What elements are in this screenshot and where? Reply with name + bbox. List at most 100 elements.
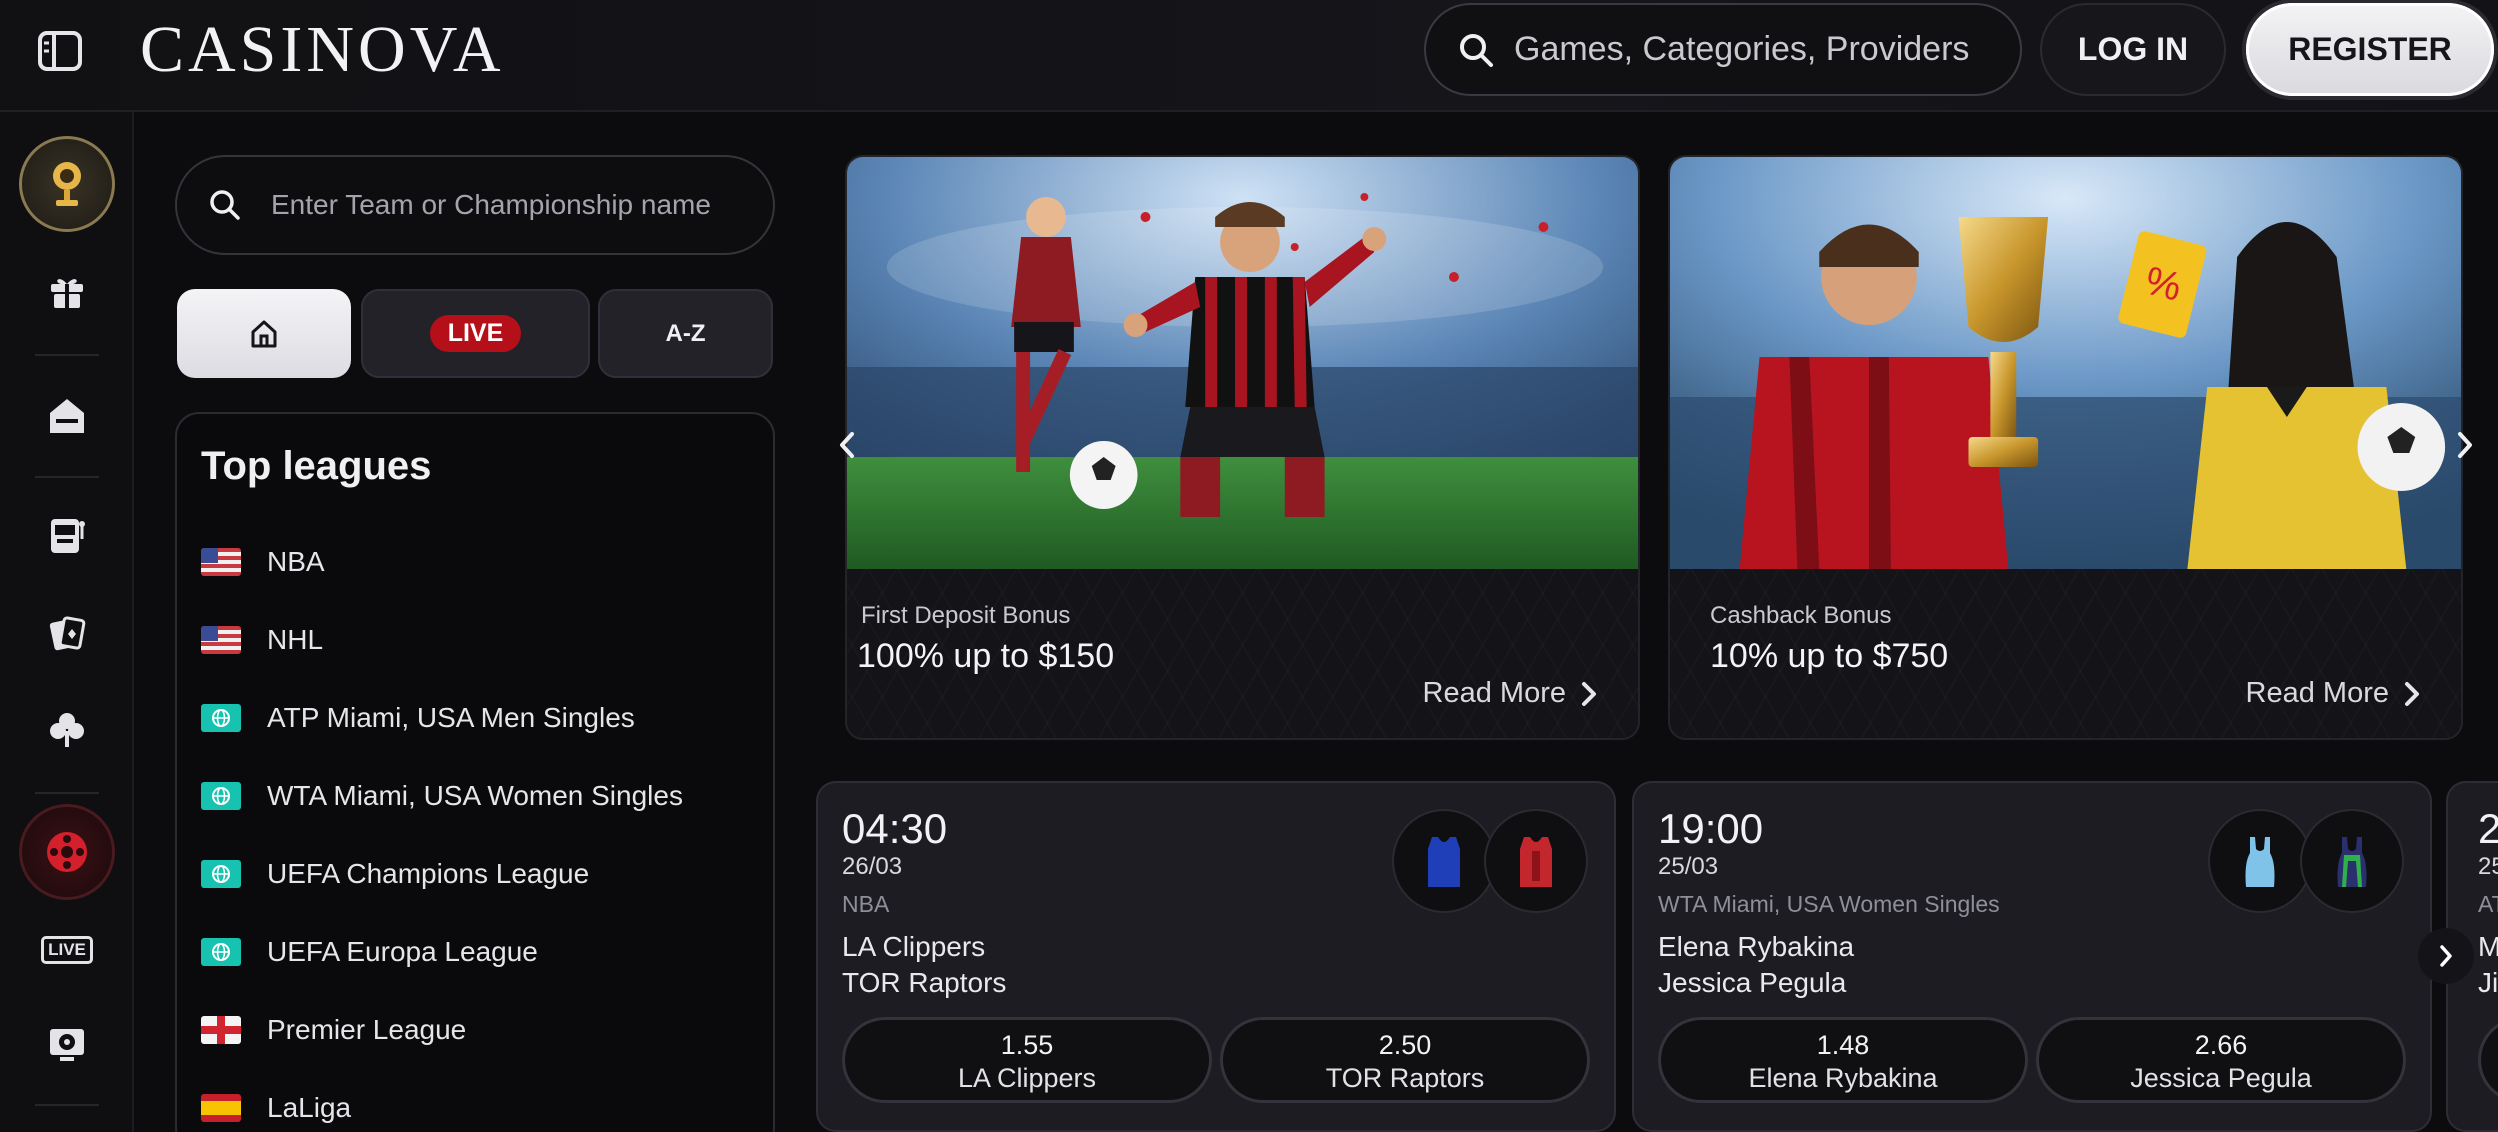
promo-banner-first-deposit[interactable]: First Deposit Bonus 100% up to $150 Read… xyxy=(845,155,1640,740)
read-more-link[interactable]: Read More xyxy=(1423,677,1598,710)
away-jersey-icon xyxy=(2300,809,2404,913)
globe-icon xyxy=(201,860,241,888)
search-icon xyxy=(210,190,240,220)
home-team: Elena Rybakina xyxy=(1658,931,1855,962)
carousel-prev-arrow[interactable] xyxy=(832,425,862,465)
clover-icon[interactable] xyxy=(19,682,115,778)
trophy-icon[interactable] xyxy=(19,136,115,232)
promo-image: % xyxy=(1670,157,2461,569)
top-leagues-panel: Top leagues NBA NHL ATP Miami, USA Men S… xyxy=(175,412,775,1132)
promo-banner-cashback[interactable]: % Cashback Bonus 10% up to $750 Read Mor… xyxy=(1668,155,2463,740)
odds-value: 2.50 xyxy=(1378,1030,1432,1060)
away-team: TOR Raptors xyxy=(842,967,1007,998)
soccer-reel-icon[interactable] xyxy=(19,804,115,900)
sidebar-toggle-icon[interactable] xyxy=(36,27,84,75)
league-item-europa-league[interactable]: UEFA Europa League xyxy=(201,932,538,972)
gift-icon[interactable] xyxy=(19,242,115,338)
login-button[interactable]: LOG IN xyxy=(2040,3,2226,96)
league-name: NHL xyxy=(267,624,324,655)
home-team: LA Clippers xyxy=(842,931,986,962)
read-more-link[interactable]: Read More xyxy=(2246,677,2421,710)
odds-button-home[interactable]: 1.48 Elena Rybakina xyxy=(1658,1017,2028,1103)
slot-machine-icon[interactable] xyxy=(19,488,115,584)
league-item-nba[interactable]: NBA xyxy=(201,542,325,582)
promo-image xyxy=(847,157,1638,569)
match-date: 25 xyxy=(2478,853,2498,880)
search-icon xyxy=(1460,33,1493,67)
match-league: NBA xyxy=(842,891,890,917)
league-item-champions-league[interactable]: UEFA Champions League xyxy=(201,854,589,894)
chevron-right-icon xyxy=(2458,432,2472,458)
match-time: 2 xyxy=(2478,805,2498,853)
odds-label: TOR Raptors xyxy=(1325,1063,1485,1093)
home-team: M xyxy=(2478,931,2498,963)
league-item-premier-league[interactable]: Premier League xyxy=(201,1010,466,1050)
league-name: WTA Miami, USA Women Singles xyxy=(267,780,683,811)
globe-icon xyxy=(201,704,241,732)
us-flag-icon xyxy=(201,626,241,654)
odds-button-away[interactable]: 2.50 TOR Raptors xyxy=(1220,1017,1590,1103)
live-rail-badge: LIVE xyxy=(41,936,93,964)
league-item-atp-miami[interactable]: ATP Miami, USA Men Singles xyxy=(201,698,635,738)
odds-value: 2.66 xyxy=(2194,1030,2248,1060)
home-jersey-icon xyxy=(1392,809,1496,913)
casino-icon[interactable] xyxy=(19,368,115,464)
team-search[interactable] xyxy=(175,155,775,255)
odds-label: LA Clippers xyxy=(957,1063,1097,1093)
register-button[interactable]: REGISTER xyxy=(2246,3,2494,96)
global-search[interactable] xyxy=(1424,3,2022,96)
odds-button-home[interactable] xyxy=(2478,1017,2498,1103)
away-jersey-icon xyxy=(1484,809,1588,913)
league-name: NBA xyxy=(267,546,325,577)
match-date: 25/03 xyxy=(1658,853,1719,880)
odds-label: Elena Rybakina xyxy=(1748,1063,1938,1093)
odds-button-home[interactable]: 1.55 LA Clippers xyxy=(842,1017,1212,1103)
league-item-laliga[interactable]: LaLiga xyxy=(201,1088,351,1128)
league-name: Premier League xyxy=(267,1014,467,1045)
filter-live-button[interactable]: LIVE xyxy=(361,289,590,378)
cards-icon[interactable] xyxy=(19,586,115,682)
carousel-next-arrow[interactable] xyxy=(2450,425,2480,465)
away-team: Jir xyxy=(2478,967,2498,998)
brand-name: CASINOVA xyxy=(140,13,505,86)
odds-value: 1.55 xyxy=(1000,1030,1054,1060)
banner-headline: 100% up to $150 xyxy=(857,637,1115,675)
league-item-wta-miami[interactable]: WTA Miami, USA Women Singles xyxy=(201,776,683,816)
match-date: 26/03 xyxy=(842,853,903,880)
team-search-input[interactable] xyxy=(271,189,751,221)
rail-divider xyxy=(35,792,99,794)
live-icon[interactable]: LIVE xyxy=(19,902,115,998)
top-header: CASINOVA LOG IN REGISTER xyxy=(0,0,2498,112)
tv-soccer-icon[interactable] xyxy=(19,996,115,1092)
global-search-input[interactable] xyxy=(1514,30,1994,69)
league-name: UEFA Champions League xyxy=(267,858,590,889)
match-time: 04:30 xyxy=(842,805,948,852)
chevron-right-icon xyxy=(2405,681,2419,706)
top-leagues-title: Top leagues xyxy=(201,444,432,488)
home-icon xyxy=(251,320,277,347)
odds-value: 1.48 xyxy=(1816,1030,1870,1060)
league-item-nhl[interactable]: NHL xyxy=(201,620,323,660)
match-league: AT xyxy=(2478,891,2498,917)
spain-flag-icon xyxy=(201,1094,241,1122)
filter-home-button[interactable] xyxy=(177,289,351,378)
globe-icon xyxy=(201,782,241,810)
match-time: 19:00 xyxy=(1658,805,1764,852)
banner-headline: 10% up to $750 xyxy=(1710,637,1949,675)
rail-divider xyxy=(35,354,99,356)
home-jersey-icon xyxy=(2208,809,2312,913)
left-rail: LIVE xyxy=(0,112,134,1132)
banner-subtitle: First Deposit Bonus xyxy=(861,602,1071,629)
read-more-label: Read More xyxy=(1422,677,1566,709)
brand-logo[interactable]: CASINOVA xyxy=(140,13,505,86)
odds-button-away[interactable]: 2.66 Jessica Pegula xyxy=(2036,1017,2406,1103)
us-flag-icon xyxy=(201,548,241,576)
match-card[interactable]: 19:00 25/03 WTA Miami, USA Women Singles… xyxy=(1632,781,2432,1132)
away-team: Jessica Pegula xyxy=(1658,967,1847,998)
match-card[interactable]: 04:30 26/03 NBA LA Clippers TOR Raptors … xyxy=(816,781,1616,1132)
matches-next-button[interactable] xyxy=(2418,928,2474,984)
chevron-right-icon xyxy=(2440,945,2452,967)
filter-az-button[interactable]: A-Z xyxy=(598,289,773,378)
chevron-right-icon xyxy=(1582,681,1596,706)
rail-divider xyxy=(35,1104,99,1106)
